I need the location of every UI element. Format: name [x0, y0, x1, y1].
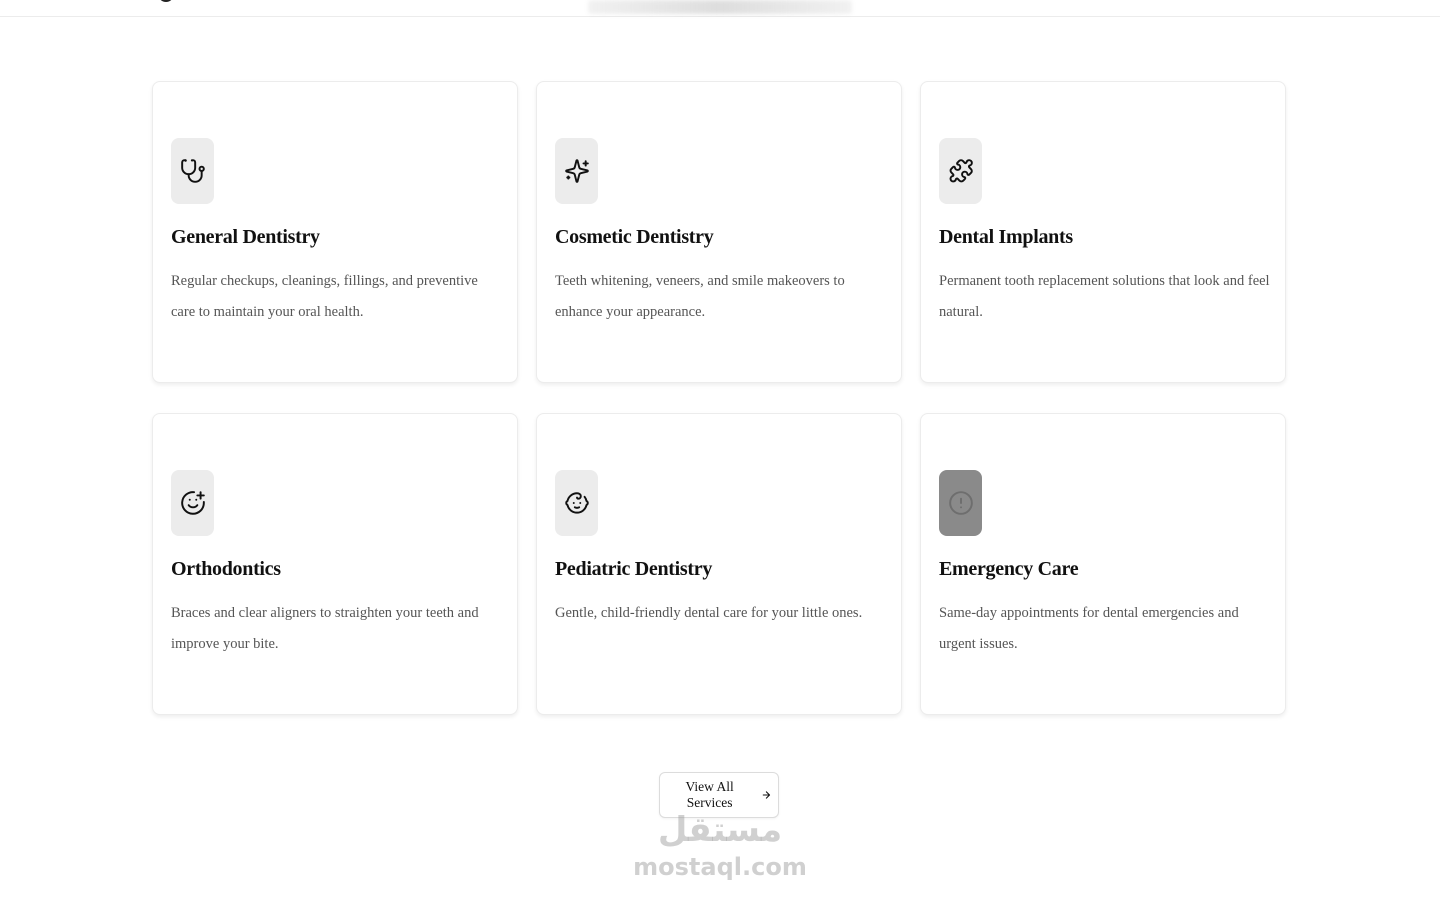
sparkles-icon	[564, 159, 589, 183]
view-all-services-button[interactable]: View All Services	[659, 772, 779, 818]
service-icon-container	[939, 470, 982, 536]
service-icon-container	[939, 138, 982, 204]
watermark-latin-text: mostaql.com	[633, 853, 807, 881]
services-grid: General Dentistry Regular checkups, clea…	[152, 81, 1286, 715]
arrow-right-icon	[762, 791, 771, 799]
service-card-emergency-care[interactable]: Emergency Care Same-day appointments for…	[920, 413, 1286, 715]
service-title: Cosmetic Dentistry	[555, 226, 714, 248]
service-icon-container	[555, 138, 598, 204]
section-subtitle-fragment	[588, 0, 852, 14]
service-title: General Dentistry	[171, 226, 320, 248]
baby-icon	[564, 492, 589, 514]
service-card-cosmetic-dentistry[interactable]: Cosmetic Dentistry Teeth whitening, vene…	[536, 81, 902, 383]
watermark-logo: مستقل mostaql.com	[620, 806, 820, 886]
service-card-general-dentistry[interactable]: General Dentistry Regular checkups, clea…	[152, 81, 518, 383]
stethoscope-icon	[180, 159, 205, 183]
service-title: Orthodontics	[171, 558, 281, 580]
alert-circle-icon	[948, 491, 973, 515]
service-title: Dental Implants	[939, 226, 1073, 248]
puzzle-icon	[949, 159, 973, 183]
service-icon-container	[555, 470, 598, 536]
logo-mark[interactable]	[158, 0, 174, 2]
service-description: Permanent tooth replacement solutions th…	[939, 273, 1270, 320]
service-icon-container	[171, 470, 214, 536]
service-description: Braces and clear aligners to straighten …	[171, 605, 479, 652]
service-description: Regular checkups, cleanings, fillings, a…	[171, 273, 478, 320]
smile-plus-icon	[180, 491, 205, 515]
view-all-services-label: View All Services	[685, 779, 734, 810]
service-title: Emergency Care	[939, 558, 1079, 580]
service-card-orthodontics[interactable]: Orthodontics Braces and clear aligners t…	[152, 413, 518, 715]
service-description: Teeth whitening, veneers, and smile make…	[555, 273, 845, 320]
service-description: Same-day appointments for dental emergen…	[939, 605, 1239, 652]
service-card-dental-implants[interactable]: Dental Implants Permanent tooth replacem…	[920, 81, 1286, 383]
service-card-pediatric-dentistry[interactable]: Pediatric Dentistry Gentle, child-friend…	[536, 413, 902, 715]
top-navigation-bar	[0, 0, 1440, 17]
service-description: Gentle, child-friendly dental care for y…	[555, 605, 863, 621]
service-icon-container	[171, 138, 214, 204]
service-title: Pediatric Dentistry	[555, 558, 713, 580]
